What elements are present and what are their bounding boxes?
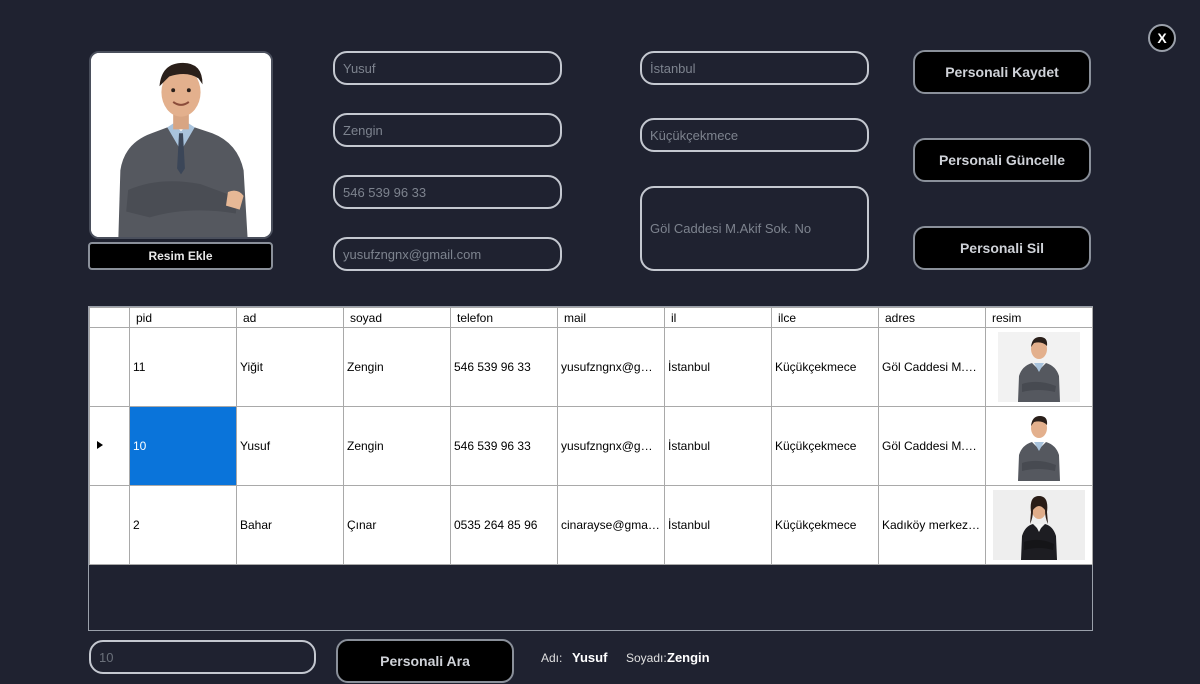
adres-textarea[interactable]: Göl Caddesi M.Akif Sok. No [640, 186, 869, 271]
save-personel-button[interactable]: Personali Kaydet [913, 50, 1091, 94]
table-row[interactable]: 2 Bahar Çınar 0535 264 85 96 cinarayse@g… [89, 485, 1093, 565]
search-personel-button[interactable]: Personali Ara [336, 639, 514, 683]
column-header-resim[interactable]: resim [985, 307, 1093, 328]
current-row-arrow-icon [97, 441, 103, 449]
cell-ad[interactable]: Yiğit [236, 327, 344, 407]
cell-mail[interactable]: yusufzngnx@gmail... [557, 327, 665, 407]
column-header-adres[interactable]: adres [878, 307, 986, 328]
cell-il[interactable]: İstanbul [664, 327, 772, 407]
column-header-pid[interactable]: pid [129, 307, 237, 328]
row-header-current[interactable] [89, 406, 130, 486]
soyad-result-value: Zengin [667, 650, 710, 665]
businessman-thumbnail [998, 332, 1080, 402]
personel-photo [89, 51, 273, 239]
cell-ad[interactable]: Yusuf [236, 406, 344, 486]
cell-soyad[interactable]: Çınar [343, 485, 451, 565]
column-header-telefon[interactable]: telefon [450, 307, 558, 328]
cell-pid[interactable]: 2 [129, 485, 237, 565]
grid-header-row: pid ad soyad telefon mail il ilce adres … [89, 307, 1093, 328]
cell-il[interactable]: İstanbul [664, 485, 772, 565]
soyad-input[interactable]: Zengin [333, 113, 562, 147]
businessman-photo [91, 53, 271, 237]
businesswoman-thumbnail [993, 490, 1085, 560]
cell-telefon[interactable]: 546 539 96 33 [450, 327, 558, 407]
cell-resim[interactable] [985, 406, 1093, 486]
businessman-thumbnail [998, 411, 1080, 481]
cell-ilce[interactable]: Küçükçekmece [771, 485, 879, 565]
il-input[interactable]: İstanbul [640, 51, 869, 85]
cell-adres[interactable]: Kadıköy merkez m... [878, 485, 986, 565]
cell-adres[interactable]: Göl Caddesi M.Akif... [878, 406, 986, 486]
cell-ad[interactable]: Bahar [236, 485, 344, 565]
update-personel-button[interactable]: Personali Güncelle [913, 138, 1091, 182]
search-input[interactable]: 10 [89, 640, 316, 674]
cell-il[interactable]: İstanbul [664, 406, 772, 486]
cell-soyad[interactable]: Zengin [343, 406, 451, 486]
personel-table: pid ad soyad telefon mail il ilce adres … [89, 307, 1093, 565]
cell-ilce[interactable]: Küçükçekmece [771, 327, 879, 407]
cell-soyad[interactable]: Zengin [343, 327, 451, 407]
column-header-soyad[interactable]: soyad [343, 307, 451, 328]
cell-resim[interactable] [985, 485, 1093, 565]
cell-telefon[interactable]: 546 539 96 33 [450, 406, 558, 486]
close-button[interactable]: X [1148, 24, 1176, 52]
soyad-result-label: Soyadı: [626, 651, 667, 665]
column-header-il[interactable]: il [664, 307, 772, 328]
delete-personel-button[interactable]: Personali Sil [913, 226, 1091, 270]
table-row[interactable]: 11 Yiğit Zengin 546 539 96 33 yusufzngnx… [89, 327, 1093, 407]
cell-pid[interactable]: 11 [129, 327, 237, 407]
column-header-ad[interactable]: ad [236, 307, 344, 328]
cell-telefon[interactable]: 0535 264 85 96 [450, 485, 558, 565]
cell-ilce[interactable]: Küçükçekmece [771, 406, 879, 486]
ad-result-value: Yusuf [572, 650, 608, 665]
ilce-input[interactable]: Küçükçekmece [640, 118, 869, 152]
cell-adres[interactable]: Göl Caddesi M.Akif... [878, 327, 986, 407]
ad-result-label: Adı: [541, 651, 563, 665]
row-header-corner[interactable] [89, 307, 130, 328]
cell-mail[interactable]: cinarayse@gmail.c... [557, 485, 665, 565]
ad-input[interactable]: Yusuf [333, 51, 562, 85]
table-row-selected[interactable]: 10 Yusuf Zengin 546 539 96 33 yusufzngnx… [89, 406, 1093, 486]
cell-resim[interactable] [985, 327, 1093, 407]
column-header-mail[interactable]: mail [557, 307, 665, 328]
cell-mail[interactable]: yusufzngnx@gmail... [557, 406, 665, 486]
add-photo-button[interactable]: Resim Ekle [88, 242, 273, 270]
personel-grid[interactable]: pid ad soyad telefon mail il ilce adres … [88, 306, 1093, 631]
row-header[interactable] [89, 485, 130, 565]
column-header-ilce[interactable]: ilce [771, 307, 879, 328]
row-header[interactable] [89, 327, 130, 407]
mail-input[interactable]: yusufzngnx@gmail.com [333, 237, 562, 271]
telefon-input[interactable]: 546 539 96 33 [333, 175, 562, 209]
cell-pid-selected[interactable]: 10 [129, 406, 237, 486]
